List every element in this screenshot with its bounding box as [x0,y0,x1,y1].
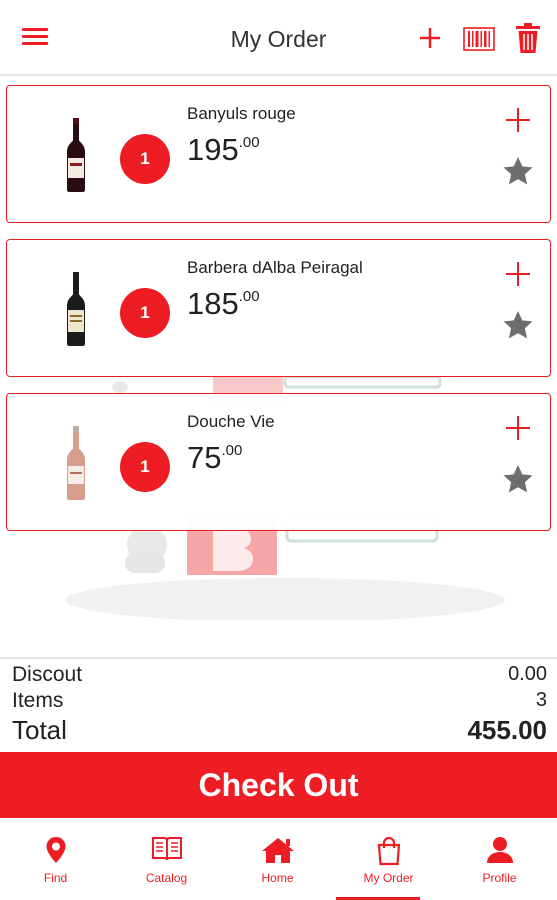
home-icon [222,836,333,868]
rose-wine-bottle-image [67,426,85,500]
barcode-icon[interactable] [463,27,495,56]
price-integer: 75 [187,440,222,475]
price-integer: 185 [187,286,239,321]
product-name: Banyuls rouge [187,104,296,123]
add-icon[interactable] [504,106,532,139]
location-pin-icon [0,836,111,868]
product-name: Douche Vie [187,412,275,431]
total-label: Total [12,715,67,745]
add-icon[interactable] [504,260,532,293]
product-name: Barbera dAlba Peiragal [187,258,363,277]
app-header: My Order [0,0,557,76]
add-icon[interactable] [418,26,442,55]
nav-item-profile[interactable]: Profile [444,818,555,900]
discount-value: 0.00 [508,663,547,685]
quantity-badge[interactable]: 1 [120,442,170,492]
star-icon[interactable] [503,156,533,191]
quantity-badge[interactable]: 1 [120,288,170,338]
price-decimal: .00 [238,134,260,151]
nav-label: Profile [482,871,517,885]
total-row: Total 455.00 [12,715,547,746]
add-icon[interactable] [504,414,532,447]
shopping-bag-icon [333,836,444,868]
star-icon[interactable] [503,464,533,499]
items-row: Items 3 [12,689,547,713]
order-item-card[interactable]: 1 Banyuls rouge 195.00 [6,85,551,223]
red-wine-bottle-image [67,118,85,192]
price-decimal: .00 [221,442,243,459]
nav-label: Catalog [145,871,188,885]
order-item-card[interactable]: 1 Douche Vie 75.00 [6,393,551,531]
product-price: 185.00 [187,286,260,322]
red-wine-bottle-image [67,272,85,346]
nav-label: Home [261,871,294,885]
bottom-nav: Find Catalog Home My Order Profile [0,818,557,900]
nav-item-home[interactable]: Home [222,818,333,900]
user-icon [444,836,555,868]
order-item-card[interactable]: 1 Barbera dAlba Peiragal 185.00 [6,239,551,377]
items-label: Items [12,689,64,712]
star-icon[interactable] [503,310,533,345]
price-decimal: .00 [238,288,260,305]
items-value: 3 [535,689,547,711]
order-summary: Discout 0.00 Items 3 Total 455.00 [0,657,557,752]
book-icon [111,836,222,868]
product-price: 195.00 [187,132,260,168]
quantity-badge[interactable]: 1 [120,134,170,184]
product-price: 75.00 [187,440,242,476]
nav-label: My Order [363,871,414,885]
nav-item-catalog[interactable]: Catalog [111,818,222,900]
discount-row: Discout 0.00 [12,663,547,687]
nav-item-find[interactable]: Find [0,818,111,900]
checkout-button[interactable]: Check Out [0,752,557,818]
trash-icon[interactable] [515,22,541,59]
discount-label: Discout [12,663,83,686]
price-integer: 195 [187,132,239,167]
nav-label: Find [43,871,68,885]
nav-item-my-order[interactable]: My Order [333,818,444,900]
total-value: 455.00 [467,715,547,745]
